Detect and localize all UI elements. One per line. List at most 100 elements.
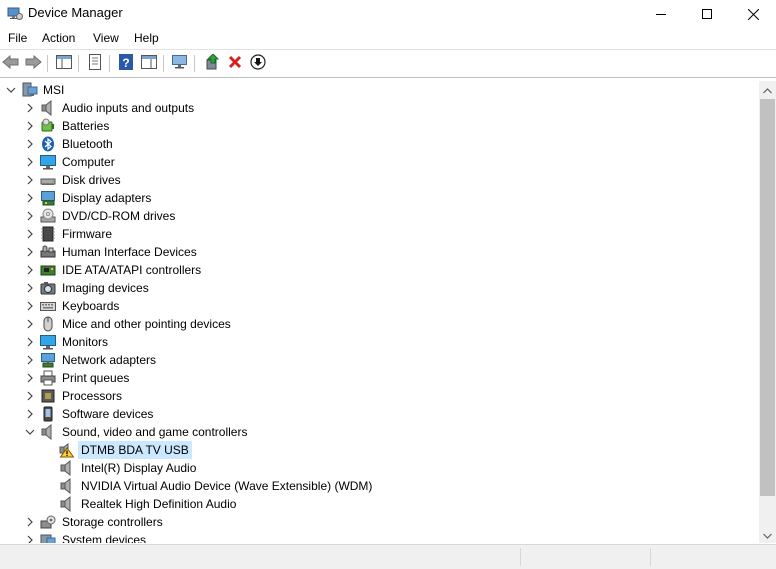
title-bar: Device Manager [0, 0, 776, 28]
chevron-right-icon[interactable] [24, 513, 36, 531]
toolbar-separator [194, 55, 195, 72]
camera-icon [40, 280, 56, 296]
chevron-right-icon[interactable] [24, 225, 36, 243]
toolbar-separator [109, 55, 110, 72]
chevron-right-icon[interactable] [24, 135, 36, 153]
chevron-right-icon[interactable] [24, 405, 36, 423]
chevron-right-icon[interactable] [24, 279, 36, 297]
tree-node-label: Network adapters [62, 353, 157, 367]
ide-controller-icon [40, 262, 56, 278]
tree-node-label: IDE ATA/ATAPI controllers [62, 263, 202, 277]
toolbar-separator [78, 55, 79, 72]
keyboard-icon [40, 298, 56, 314]
speaker-icon [59, 495, 75, 513]
tree-node-category[interactable]: Network adapters [0, 351, 759, 369]
tree-node-label: Mice and other pointing devices [62, 317, 231, 331]
scroll-up-button[interactable] [759, 81, 776, 98]
chevron-right-icon[interactable] [24, 531, 36, 543]
menu-file[interactable]: File [8, 31, 27, 45]
tree-node-category[interactable]: Monitors [0, 333, 759, 351]
tree-node-device[interactable]: NVIDIA Virtual Audio Device (Wave Extens… [0, 477, 759, 495]
menu-action[interactable]: Action [42, 31, 75, 45]
chevron-right-icon[interactable] [24, 189, 36, 207]
uninstall-device-button[interactable] [225, 53, 245, 73]
close-button[interactable] [730, 0, 776, 28]
scrollbar-thumb[interactable] [760, 99, 775, 496]
help-button[interactable]: ? [116, 53, 136, 73]
tree-node-root[interactable]: MSI [0, 81, 759, 99]
chevron-right-icon[interactable] [24, 333, 36, 351]
tree-node-label: Monitors [62, 335, 109, 349]
chevron-right-icon[interactable] [24, 153, 36, 171]
tree-node-label: Processors [62, 389, 123, 403]
scroll-down-button[interactable] [759, 526, 776, 543]
tree-node-label: Storage controllers [62, 515, 163, 529]
tree-node-category[interactable]: Storage controllers [0, 513, 759, 531]
tree-node-category[interactable]: Bluetooth [0, 135, 759, 153]
tree-node-device[interactable]: DTMB BDA TV USB [0, 441, 759, 459]
tree-node-label: MSI [43, 83, 65, 97]
forward-button[interactable] [23, 53, 43, 73]
toolbar-separator [47, 55, 48, 72]
menu-view[interactable]: View [93, 31, 119, 45]
show-hide-console-tree-icon [56, 54, 72, 72]
chevron-down-icon[interactable] [24, 423, 36, 441]
chevron-right-icon[interactable] [24, 315, 36, 333]
back-button[interactable] [1, 53, 21, 73]
chevron-right-icon[interactable] [24, 297, 36, 315]
storage-controller-icon [40, 514, 56, 530]
tree-node-category[interactable]: Processors [0, 387, 759, 405]
chevron-right-icon[interactable] [24, 171, 36, 189]
printer-icon [40, 370, 56, 386]
chevron-right-icon[interactable] [24, 243, 36, 261]
chevron-down-icon[interactable] [5, 81, 17, 99]
properties-button[interactable] [85, 53, 105, 73]
show-hide-console-tree-button[interactable] [54, 53, 74, 73]
system-device-icon [40, 532, 56, 543]
tree-node-category[interactable]: System devices [0, 531, 759, 543]
tree-node-label: Computer [62, 155, 115, 169]
tree-node-category[interactable]: Human Interface Devices [0, 243, 759, 261]
tree-node-category[interactable]: IDE ATA/ATAPI controllers [0, 261, 759, 279]
status-bar [0, 544, 776, 569]
chevron-right-icon[interactable] [24, 207, 36, 225]
action-pane-icon [141, 54, 157, 72]
menu-help[interactable]: Help [134, 31, 159, 45]
tree-node-category[interactable]: DVD/CD-ROM drives [0, 207, 759, 225]
chevron-right-icon[interactable] [24, 117, 36, 135]
tree-node-label: Sound, video and game controllers [62, 425, 248, 439]
maximize-button[interactable] [684, 0, 730, 28]
tree-node-category[interactable]: Keyboards [0, 297, 759, 315]
tree-node-category[interactable]: Software devices [0, 405, 759, 423]
chevron-right-icon[interactable] [24, 369, 36, 387]
menu-bar: File Action View Help [0, 28, 776, 49]
chevron-right-icon[interactable] [24, 387, 36, 405]
disable-device-button[interactable] [248, 53, 268, 73]
action-pane-button[interactable] [139, 53, 159, 73]
firmware-icon [40, 226, 56, 242]
tree-node-category[interactable]: Firmware [0, 225, 759, 243]
tree-node-category[interactable]: Print queues [0, 369, 759, 387]
processor-icon [40, 388, 56, 404]
chevron-up-icon [763, 83, 772, 97]
tree-node-category[interactable]: Display adapters [0, 189, 759, 207]
tree-node-category[interactable]: Audio inputs and outputs [0, 99, 759, 117]
tree-node-category[interactable]: Disk drives [0, 171, 759, 189]
minimize-button[interactable] [638, 0, 684, 28]
scan-hardware-changes-button[interactable] [170, 53, 190, 73]
device-tree: MSI Audio inputs and outputs Batteries Blu… [0, 81, 759, 543]
tree-node-device[interactable]: Realtek High Definition Audio [0, 495, 759, 513]
tree-node-category[interactable]: Imaging devices [0, 279, 759, 297]
tree-node-category[interactable]: Sound, video and game controllers [0, 423, 759, 441]
tree-node-category[interactable]: Mice and other pointing devices [0, 315, 759, 333]
chevron-right-icon[interactable] [24, 351, 36, 369]
tree-node-category[interactable]: Computer [0, 153, 759, 171]
toolbar-separator [163, 55, 164, 72]
chevron-right-icon[interactable] [24, 261, 36, 279]
tree-node-category[interactable]: Batteries [0, 117, 759, 135]
mouse-icon [40, 316, 56, 332]
chevron-right-icon[interactable] [24, 99, 36, 117]
tree-node-label: Batteries [62, 119, 110, 133]
tree-node-device[interactable]: Intel(R) Display Audio [0, 459, 759, 477]
update-driver-button[interactable] [202, 52, 222, 73]
